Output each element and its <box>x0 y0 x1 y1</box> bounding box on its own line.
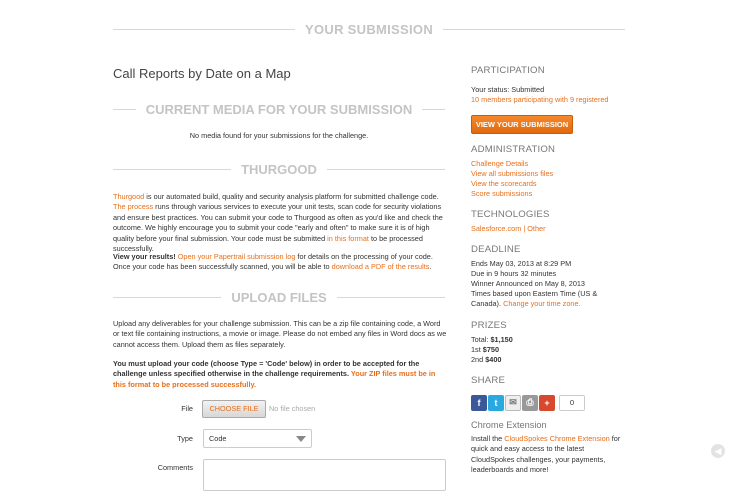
prizes-title: PRIZES <box>471 320 507 331</box>
prize-label: 2nd <box>471 355 486 364</box>
divider-line <box>113 108 136 110</box>
deadline-timezone: Times based upon Eastern Time (US & Cana… <box>471 289 606 310</box>
divider-line <box>113 28 295 30</box>
tech-other-link[interactable]: Other <box>527 224 545 233</box>
process-link[interactable]: The process <box>113 202 153 211</box>
choose-file-button[interactable]: CHOOSE FILE <box>202 400 266 418</box>
prize-value: $400 <box>485 355 502 364</box>
prize-label: Total: <box>471 335 491 344</box>
tech-salesforce-link[interactable]: Salesforce.com <box>471 224 521 233</box>
no-file-text: No file chosen <box>269 404 316 413</box>
results-heading: View your results! <box>113 252 176 261</box>
deadline-winner: Winner Announced on May 8, 2013 <box>471 279 585 288</box>
media-title: CURRENT MEDIA FOR YOUR SUBMISSION <box>145 101 413 117</box>
thurgood-results: View your results! Open your Papertrail … <box>113 252 447 273</box>
participation-status: Your status: Submitted <box>471 85 545 94</box>
change-timezone-link[interactable]: Change your time zone. <box>503 299 580 308</box>
prize-value: $750 <box>482 345 499 354</box>
deadline-title: DEADLINE <box>471 244 521 255</box>
twitter-icon[interactable]: t <box>488 394 504 411</box>
media-empty-text: No media found for your submissions for … <box>189 131 369 140</box>
administration-title: ADMINISTRATION <box>471 144 556 155</box>
upload-warning: You must upload your code (choose Type =… <box>113 359 447 390</box>
divider-line <box>422 108 446 110</box>
upload-title: UPLOAD FILES <box>231 289 327 305</box>
thurgood-description: Thurgood is our automated build, quality… <box>113 192 447 254</box>
divider-line <box>326 168 445 170</box>
view-submissions-link[interactable]: View all submissions files <box>471 169 553 179</box>
facebook-icon[interactable]: f <box>471 394 487 411</box>
type-select[interactable]: Code <box>203 429 312 448</box>
divider-line <box>113 168 232 170</box>
chrome-title: Chrome Extension <box>471 420 547 430</box>
technologies-title: TECHNOLOGIES <box>471 209 550 220</box>
upload-intro: Upload any deliverables for your challen… <box>113 319 447 349</box>
divider-line <box>443 28 626 30</box>
plus-icon[interactable]: + <box>539 394 555 411</box>
prize-first: 1st $750 <box>471 345 499 355</box>
scroll-top-icon[interactable]: ◀ <box>711 444 725 458</box>
print-icon[interactable]: ⎙ <box>522 394 538 411</box>
challenge-details-link[interactable]: Challenge Details <box>471 159 528 169</box>
thurgood-title: THURGOOD <box>241 161 317 177</box>
upload-header: UPLOAD FILES <box>113 288 445 306</box>
share-title: SHARE <box>471 375 506 386</box>
section-header: YOUR SUBMISSION <box>113 20 626 38</box>
chrome-extension-link[interactable]: CloudSpokes Chrome Extension <box>504 434 609 443</box>
type-label: Type <box>177 434 193 443</box>
section-title: YOUR SUBMISSION <box>305 21 434 37</box>
media-header: CURRENT MEDIA FOR YOUR SUBMISSION <box>113 100 446 118</box>
members-link[interactable]: 10 members participating with 9 register… <box>471 95 609 105</box>
thurgood-header: THURGOOD <box>113 160 445 178</box>
type-select-value: Code <box>209 434 227 443</box>
pdf-results-link[interactable]: download a PDF of the results <box>332 262 430 271</box>
email-icon[interactable]: ✉ <box>505 394 521 411</box>
thurgood-link[interactable]: Thurgood <box>113 192 144 201</box>
chevron-down-icon <box>296 436 306 442</box>
share-count: 0 <box>559 394 585 411</box>
prize-total: Total: $1,150 <box>471 335 513 345</box>
deadline-ends: Ends May 03, 2013 at 8:29 PM <box>471 259 572 268</box>
chrome-text: Install the <box>471 434 505 443</box>
results-text: . <box>429 262 432 272</box>
comments-textarea[interactable] <box>203 459 446 491</box>
choose-file-label: CHOOSE FILE <box>209 404 259 413</box>
prize-value: $1,150 <box>490 335 513 344</box>
technologies-list: Salesforce.com | Other <box>471 224 546 234</box>
prize-label: 1st <box>471 345 483 354</box>
view-submission-button[interactable]: VIEW YOUR SUBMISSION <box>471 115 573 134</box>
deadline-due: Due in 9 hours 32 minutes <box>471 269 557 278</box>
prize-second: 2nd $400 <box>471 355 501 365</box>
participation-title: PARTICIPATION <box>471 65 545 76</box>
papertrail-link[interactable]: Open your Papertrail submission log <box>176 252 296 261</box>
score-submissions-link[interactable]: Score submissions <box>471 189 532 199</box>
chrome-description: Install the CloudSpokes Chrome Extension… <box>471 434 621 476</box>
divider-line <box>336 296 445 298</box>
thurgood-text: is our automated build, quality and secu… <box>144 192 439 201</box>
challenge-title: Call Reports by Date on a Map <box>113 66 291 81</box>
view-scorecards-link[interactable]: View the scorecards <box>471 179 537 189</box>
share-bar: f t ✉ ⎙ +0 <box>471 394 585 412</box>
comments-label: Comments <box>157 463 193 472</box>
file-label: File <box>181 404 193 413</box>
divider-line <box>113 296 222 298</box>
format-link[interactable]: in this format <box>327 234 369 243</box>
